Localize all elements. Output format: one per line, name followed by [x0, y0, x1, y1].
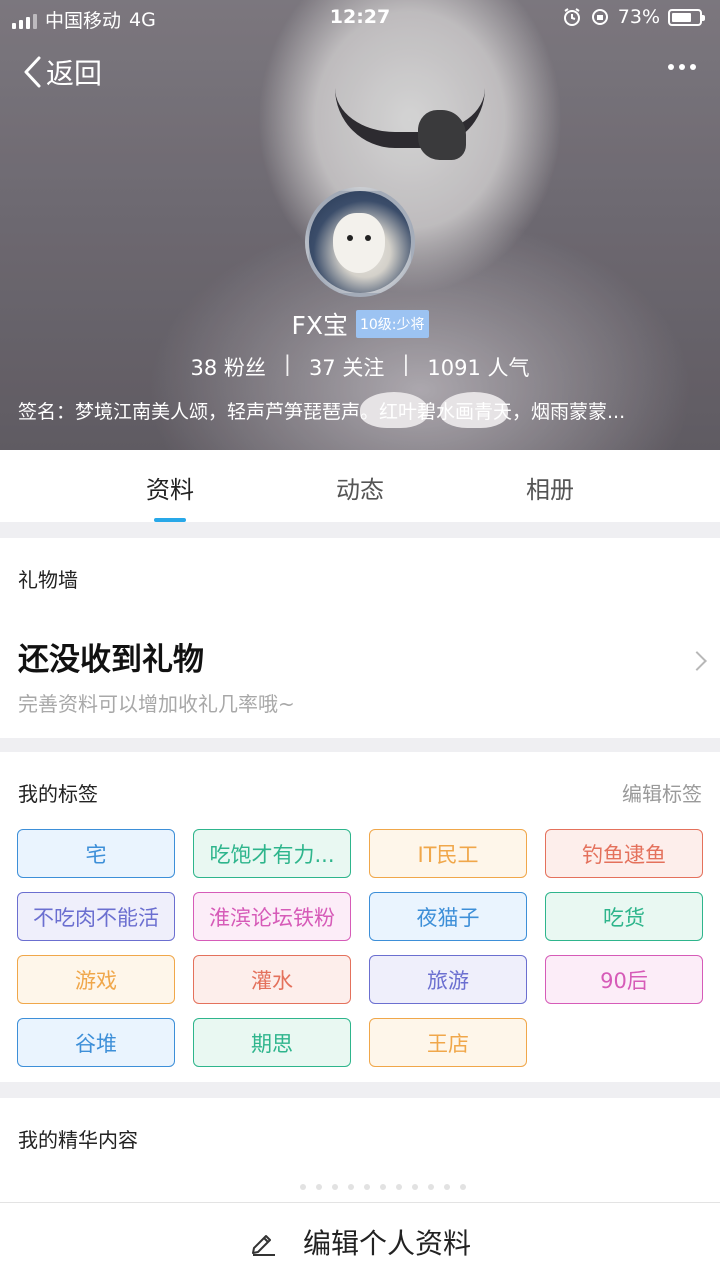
stats-divider: | — [402, 352, 410, 376]
my-tags-title: 我的标签 — [18, 782, 98, 806]
following-count[interactable]: 37 关注 — [309, 352, 384, 382]
background-cat-bell — [418, 110, 466, 160]
alarm-icon — [563, 8, 580, 26]
tag-chip[interactable]: 期思 — [193, 1018, 351, 1067]
profile-header: 中国移动 4G 12:27 73% 返回 FX宝 10级:少将 38 粉丝 | … — [0, 0, 720, 450]
chevron-left-icon — [24, 56, 41, 88]
avatar-dog — [333, 213, 385, 273]
tag-chip[interactable]: 夜猫子 — [369, 892, 527, 941]
gift-empty-title: 还没收到礼物 — [18, 642, 204, 678]
pencil-icon — [251, 1234, 275, 1256]
avatar-eye — [347, 235, 353, 241]
signature: 签名：梦境江南美人颂，轻声芦笋琵琶声。红叶碧水画青天，烟雨蒙蒙... — [18, 401, 626, 423]
tag-chip[interactable]: 钓鱼逮鱼 — [545, 829, 703, 878]
edit-profile-label: 编辑个人资料 — [302, 1226, 471, 1260]
my-tags-section: 我的标签 编辑标签 宅吃饱才有力... IT民工 钓鱼逮鱼不吃肉不能活 淮滨论坛铁粉夜… — [0, 752, 720, 1082]
tag-chip[interactable]: 谷堆 — [17, 1018, 175, 1067]
tab-indicator — [154, 518, 186, 522]
tag-chip[interactable]: 游戏 — [17, 955, 175, 1004]
gift-wall-section[interactable]: 礼物墙 还没收到礼物 完善资料可以增加收礼几率哦~ — [0, 538, 720, 738]
tag-chip[interactable]: 淮滨论坛铁粉 — [193, 892, 351, 941]
gift-wall-title: 礼物墙 — [18, 568, 78, 592]
tag-grid: 宅吃饱才有力... IT民工 钓鱼逮鱼不吃肉不能活 淮滨论坛铁粉 夜猫子 吃货游戏 灌水 旅游… — [17, 829, 703, 1067]
tag-chip[interactable]: 旅游 — [369, 955, 527, 1004]
status-bar: 中国移动 4G 12:27 73% — [0, 0, 720, 36]
level-badge: 10级:少将 — [355, 310, 429, 338]
tag-chip[interactable]: 灌水 — [193, 955, 351, 1004]
tab-album[interactable]: 相册 — [490, 470, 610, 505]
tab-activity[interactable]: 动态 — [300, 470, 420, 505]
stats-divider: | — [283, 352, 291, 376]
avatar-eye — [365, 235, 371, 241]
rotation-lock-icon — [591, 9, 608, 25]
edit-profile-button[interactable]: 编辑个人资料 — [0, 1202, 720, 1280]
tag-chip[interactable]: 王店 — [369, 1018, 527, 1067]
avatar[interactable] — [305, 187, 415, 297]
back-button[interactable]: 返回 — [22, 52, 102, 92]
fans-count[interactable]: 38 粉丝 — [190, 352, 265, 382]
essence-title: 我的精华内容 — [18, 1128, 138, 1152]
battery-percent: 73% — [617, 6, 660, 28]
tag-chip[interactable]: IT民工 — [369, 829, 527, 878]
tag-chip[interactable]: 吃货 — [545, 892, 703, 941]
chevron-right-icon — [687, 651, 707, 671]
back-label: 返回 — [46, 57, 103, 90]
more-icon[interactable] — [668, 64, 696, 70]
tab-profile[interactable]: 资料 — [110, 470, 230, 505]
popularity-count: 1091 人气 — [427, 356, 530, 380]
nickname: FX宝 — [291, 311, 348, 340]
tag-chip[interactable]: 90后 — [545, 955, 703, 1004]
tag-chip[interactable]: 不吃肉不能活 — [17, 892, 175, 941]
profile-tabs: 资料 动态 相册 — [0, 450, 720, 522]
gift-empty-subtitle: 完善资料可以增加收礼几率哦~ — [18, 692, 295, 716]
battery-icon — [668, 8, 705, 26]
loading-placeholder — [300, 1184, 466, 1190]
tag-chip[interactable]: 吃饱才有力... — [193, 829, 351, 878]
essence-section: 我的精华内容 — [0, 1098, 720, 1208]
tag-chip[interactable]: 宅 — [17, 829, 175, 878]
profile-stats: 38 粉丝 | 37 关注 | 1091 人气 — [0, 352, 720, 382]
edit-tags-button[interactable]: 编辑标签 — [622, 778, 702, 807]
